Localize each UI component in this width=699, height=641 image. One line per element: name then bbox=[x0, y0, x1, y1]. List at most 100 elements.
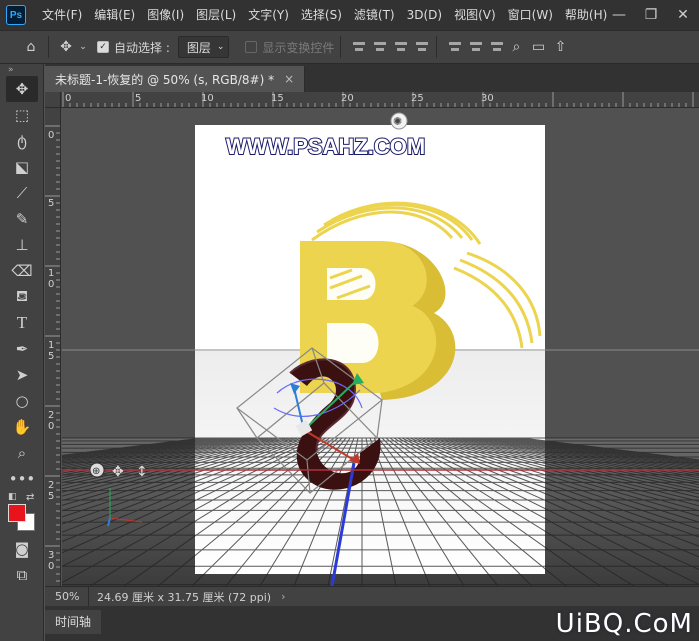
minimize-icon[interactable]: — bbox=[603, 0, 635, 30]
screen-mode-icon[interactable]: ⧉ bbox=[0, 562, 44, 588]
quick-mask-icon[interactable]: ◙ bbox=[0, 536, 44, 562]
chevron-down-icon[interactable]: ⌄ bbox=[77, 36, 89, 58]
paint-bucket-tool-icon[interactable]: ⛾ bbox=[0, 284, 44, 310]
site-watermark: UiBQ.CoM bbox=[555, 609, 693, 639]
type-tool-icon[interactable]: T bbox=[0, 310, 44, 336]
divider bbox=[436, 36, 438, 58]
vertical-ruler: 0 5 1 0 1 5 2 0 2 5 3 0 bbox=[45, 108, 61, 586]
move-tool-icon[interactable]: ✥ bbox=[55, 36, 77, 58]
zoom-level[interactable]: 50% bbox=[45, 586, 89, 607]
photoshop-logo: Ps bbox=[6, 5, 26, 25]
canvas-watermark-text: WWW.PSAHZ.COM bbox=[226, 134, 425, 159]
ruler-label: 3 0 bbox=[48, 550, 55, 572]
tools-panel: » ✥ ⬚ ტ ⬕ ⟋ ✎ ⊥ ⌫ ⛾ T ✒ ➤ ○ ✋ ⌕ ••• ◧ ⇄ … bbox=[0, 64, 44, 641]
foreground-color-swatch[interactable] bbox=[8, 504, 26, 522]
align-left-icon[interactable] bbox=[351, 39, 367, 55]
eraser-tool-icon[interactable]: ⌫ bbox=[0, 258, 44, 284]
light-icon[interactable]: ✺ bbox=[390, 112, 408, 130]
hand-tool-icon[interactable]: ✋ bbox=[0, 414, 44, 440]
layer-select-dropdown[interactable]: 图层 ⌄ bbox=[177, 36, 230, 58]
ruler-label: 30 bbox=[481, 93, 494, 104]
workspace-icon[interactable]: ▭ bbox=[527, 36, 549, 58]
menu-item[interactable]: 窗口(W) bbox=[502, 0, 559, 30]
align-distribute-icon[interactable] bbox=[414, 39, 430, 55]
swap-colors-icon[interactable]: ⇄ bbox=[26, 492, 34, 503]
align-middle-icon[interactable] bbox=[468, 39, 484, 55]
svg-text:✥: ✥ bbox=[112, 464, 124, 480]
status-chevron-icon[interactable]: › bbox=[281, 590, 285, 603]
ruler-label: 0 bbox=[48, 130, 55, 141]
path-select-tool-icon[interactable]: ➤ bbox=[0, 362, 44, 388]
align-bottom-icon[interactable] bbox=[489, 39, 505, 55]
ruler-label: 15 bbox=[271, 93, 284, 104]
ruler-label: 5 bbox=[135, 93, 142, 104]
marquee-tool-icon[interactable]: ⬚ bbox=[0, 102, 44, 128]
show-transform-label: 显示变换控件 bbox=[262, 40, 335, 55]
home-icon[interactable]: ⌂ bbox=[20, 36, 42, 58]
object-select-tool-icon[interactable]: ⬕ bbox=[0, 154, 44, 180]
divider bbox=[340, 36, 342, 58]
menu-item[interactable]: 视图(V) bbox=[448, 0, 502, 30]
document-tab-title: 未标题-1-恢复的 @ 50% (s, RGB/8#) * bbox=[55, 72, 275, 87]
restore-icon[interactable]: ❐ bbox=[635, 0, 667, 30]
ruler-label: 2 5 bbox=[48, 480, 55, 502]
document-tab-strip: 未标题-1-恢复的 @ 50% (s, RGB/8#) * × bbox=[45, 64, 699, 92]
window-controls: — ❐ ✕ bbox=[603, 0, 699, 30]
stamp-tool-icon[interactable]: ⊥ bbox=[0, 232, 44, 258]
share-icon[interactable]: ⇧ bbox=[549, 36, 571, 58]
menu-bar: Ps 文件(F) 编辑(E) 图像(I) 图层(L) 文字(Y) 选择(S) 滤镜(T) 3D… bbox=[0, 0, 699, 30]
zoom-tool-icon[interactable]: ⌕ bbox=[0, 440, 44, 466]
eyedropper-tool-icon[interactable]: ⟋ bbox=[0, 180, 44, 206]
ruler-label: 25 bbox=[411, 93, 424, 104]
svg-text:⊕: ⊕ bbox=[92, 466, 100, 477]
more-tools-icon[interactable]: ••• bbox=[0, 466, 44, 492]
menu-item[interactable]: 图像(I) bbox=[141, 0, 190, 30]
align-center-icon[interactable] bbox=[372, 39, 388, 55]
horizontal-ruler: 0 5 10 15 20 25 30 bbox=[45, 92, 699, 108]
options-bar: ⌂ ✥ ⌄ ✓ 自动选择 : 图层 ⌄ 显示变换控件 ⌕ ▭ ⇧ bbox=[0, 30, 699, 64]
lasso-tool-icon[interactable]: ტ bbox=[0, 128, 44, 154]
default-colors-icon[interactable]: ◧ bbox=[8, 492, 17, 502]
menu-list: 文件(F) 编辑(E) 图像(I) 图层(L) 文字(Y) 选择(S) 滤镜(T) 3D(D)… bbox=[36, 0, 613, 30]
horizontal-ruler-ticks bbox=[62, 92, 694, 107]
show-transform-checkbox[interactable] bbox=[245, 41, 258, 53]
align-top-icon[interactable] bbox=[447, 39, 463, 55]
move-tool-icon[interactable]: ✥ bbox=[6, 76, 38, 102]
align-vertical-group bbox=[447, 39, 505, 55]
menu-item[interactable]: 文件(F) bbox=[36, 0, 88, 30]
close-icon[interactable]: ✕ bbox=[667, 0, 699, 30]
chevron-down-icon: ⌄ bbox=[216, 42, 225, 52]
canvas-area[interactable]: WWW.PSAHZ.COM ⊕ ✥ ↕ ✺ bbox=[62, 108, 699, 586]
menu-item[interactable]: 文字(Y) bbox=[242, 0, 295, 30]
3d-scene: WWW.PSAHZ.COM ⊕ ✥ ↕ ✺ bbox=[62, 112, 699, 586]
svg-text:✺: ✺ bbox=[393, 115, 402, 128]
brush-tool-icon[interactable]: ✎ bbox=[0, 206, 44, 232]
search-icon[interactable]: ⌕ bbox=[505, 36, 527, 58]
ruler-label: 2 0 bbox=[48, 410, 55, 432]
ruler-label: 1 5 bbox=[48, 340, 55, 362]
menu-item[interactable]: 编辑(E) bbox=[88, 0, 141, 30]
auto-select-checkbox[interactable]: ✓ bbox=[97, 41, 109, 53]
menu-item[interactable]: 图层(L) bbox=[190, 0, 242, 30]
collapse-toolbar-icon[interactable]: » bbox=[0, 64, 43, 76]
ellipse-tool-icon[interactable]: ○ bbox=[0, 388, 44, 414]
pen-tool-icon[interactable]: ✒ bbox=[0, 336, 44, 362]
align-group bbox=[351, 39, 430, 55]
ruler-label: 0 bbox=[65, 93, 72, 104]
document-tab[interactable]: 未标题-1-恢复的 @ 50% (s, RGB/8#) * × bbox=[45, 66, 306, 92]
document-size-info: 24.69 厘米 x 31.75 厘米 (72 ppi) bbox=[97, 590, 272, 604]
close-tab-icon[interactable]: × bbox=[284, 72, 294, 86]
ruler-label: 5 bbox=[48, 198, 55, 209]
ruler-label: 1 0 bbox=[48, 268, 55, 290]
ruler-corner bbox=[45, 92, 61, 108]
menu-item[interactable]: 3D(D) bbox=[401, 0, 448, 30]
align-right-icon[interactable] bbox=[393, 39, 409, 55]
auto-select-label: 自动选择 : bbox=[114, 40, 170, 55]
svg-text:↕: ↕ bbox=[136, 464, 148, 480]
divider bbox=[48, 36, 49, 58]
menu-item[interactable]: 滤镜(T) bbox=[348, 0, 401, 30]
color-swatches: ◧ ⇄ bbox=[0, 492, 44, 536]
tab-timeline[interactable]: 时间轴 bbox=[45, 610, 102, 634]
menu-item[interactable]: 选择(S) bbox=[295, 0, 348, 30]
status-bar: 50% 24.69 厘米 x 31.75 厘米 (72 ppi) › bbox=[45, 586, 699, 607]
